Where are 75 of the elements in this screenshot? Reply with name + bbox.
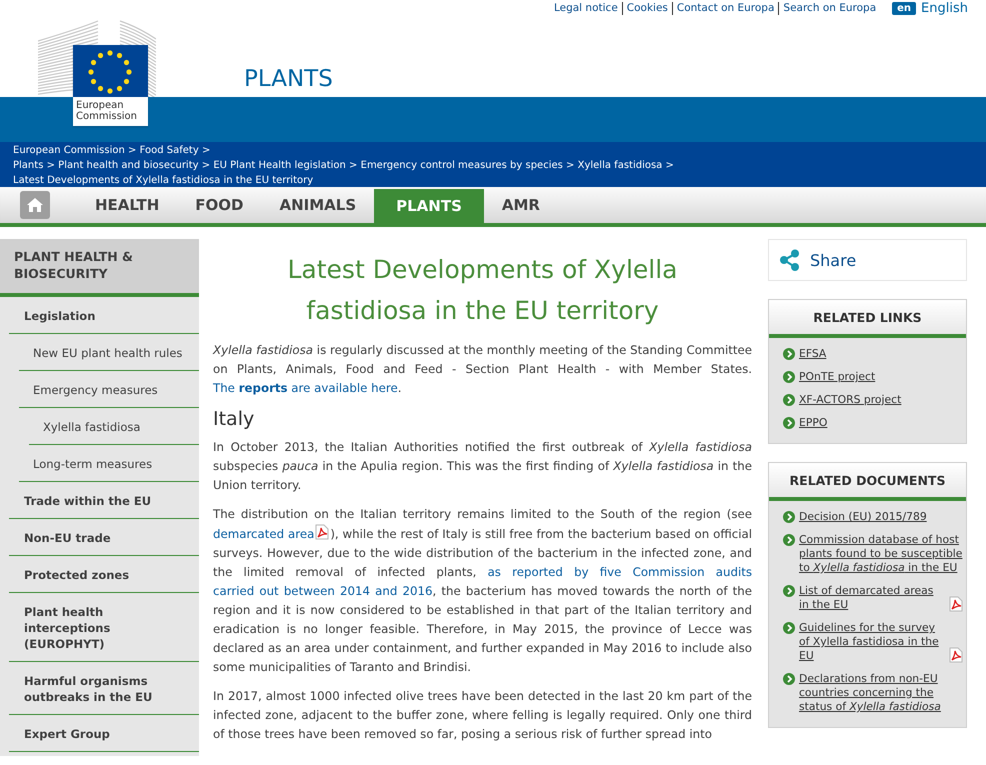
breadcrumb-separator: > (46, 160, 55, 171)
chevron-bullet-icon (783, 417, 795, 429)
related-link[interactable]: EFSA (799, 347, 826, 361)
breadcrumb-link[interactable]: Food Safety (140, 145, 199, 156)
top-link[interactable]: Legal notice (550, 2, 622, 15)
breadcrumb-separator: > (566, 160, 574, 171)
nav-tab[interactable]: HEALTH (77, 187, 178, 223)
nav-tab[interactable]: FOOD (177, 187, 262, 223)
related-link[interactable]: Guidelines for the survey of Xylella fastidiosa in the EU (799, 621, 943, 663)
inline-link[interactable]: carried out between 2014 and 2016 (213, 584, 432, 598)
chevron-bullet-icon (783, 673, 795, 685)
related-link[interactable]: Declarations from non-EU countries concerning the status of Xylella fastidiosa (799, 672, 964, 714)
related-link[interactable]: List of demarcated areas in the EU (799, 584, 943, 612)
top-link[interactable]: Cookies (622, 2, 672, 15)
sidebar-item[interactable]: Long-term measures (19, 445, 199, 482)
related-link[interactable]: POnTE project (799, 370, 876, 384)
chevron-bullet-icon (783, 534, 795, 546)
top-link[interactable]: Search on Europa (779, 2, 880, 15)
site-title: PLANTS (244, 66, 333, 92)
sidebar-item[interactable]: Emergency measures (19, 371, 199, 408)
sidebar-item[interactable]: Xylella fastidiosa (29, 408, 199, 445)
breadcrumb-separator: > (349, 160, 358, 171)
related-link[interactable]: Commission database of host plants found to be susceptible to Xylella fastidiosa in the EU (799, 533, 964, 575)
sidebar-item[interactable]: Non-EU trade (9, 519, 199, 556)
share-icon (779, 249, 800, 271)
breadcrumb-link[interactable]: EU Plant Health legislation (213, 160, 346, 171)
breadcrumb-link[interactable]: Plants (13, 160, 44, 171)
inline-link[interactable]: demarcated area (213, 527, 314, 541)
paragraph: In October 2013, the Italian Authorities notified the first outbreak of Xylella fastidiosa subspecies pauca in the Apulia region. This was the first finding of Xylella fastidiosa in the Union territory. (213, 439, 752, 494)
breadcrumb-link[interactable]: Xylella fastidiosa (578, 160, 662, 171)
home-icon (25, 195, 45, 215)
sidebar-item[interactable]: Legislation (9, 297, 199, 334)
breadcrumb-link[interactable]: Plant health and biosecurity (58, 160, 199, 171)
page-title: Latest Developments of Xylella fastidiosa in the EU territory (286, 254, 678, 327)
panel-title: RELATED DOCUMENTS (769, 463, 966, 501)
related-link[interactable]: XF-ACTORS project (799, 393, 902, 407)
inline-link[interactable]: The reports are available here (213, 381, 398, 395)
chevron-bullet-icon (783, 371, 795, 383)
related-link[interactable]: EPPO (799, 416, 828, 430)
language-badge[interactable]: en (892, 2, 916, 15)
home-button[interactable] (20, 191, 50, 219)
breadcrumb-separator: > (202, 160, 210, 171)
nav-tab[interactable]: PLANTS (374, 189, 484, 223)
flag-icon (73, 45, 148, 97)
breadcrumb-separator: > (128, 145, 136, 156)
chevron-bullet-icon (783, 511, 795, 523)
panel-title: RELATED LINKS (769, 300, 966, 338)
sidebar-item[interactable]: Harmful organisms outbreaks in the EU (9, 662, 199, 715)
related-link[interactable]: Decision (EU) 2015/789 (799, 510, 927, 524)
nav-tab[interactable]: ANIMALS (261, 187, 374, 223)
breadcrumb-current: Latest Developments of Xylella fastidiosa in the EU territory (13, 175, 314, 186)
share-button[interactable]: Share (768, 239, 967, 281)
chevron-bullet-icon (783, 622, 795, 634)
sidebar-item[interactable]: Trade within the EU (9, 482, 199, 519)
breadcrumb-separator: > (666, 160, 674, 171)
sidebar-item[interactable]: New EU plant health rules (19, 334, 199, 371)
nav-tab[interactable]: AMR (484, 187, 558, 223)
chevron-bullet-icon (783, 348, 795, 360)
inline-link[interactable]: as reported by five Commission audits (488, 565, 752, 579)
language-link[interactable]: English (921, 1, 968, 16)
logo-text: European Commission (75, 99, 138, 124)
paragraph: The distribution on the Italian territory remains limited to the South of the region (see demarcated area ), while the rest of Italy is still free from the bacterium based on official surveys. However, due to the wide distribution of the bacterium in the infected zone, and the limited removal of infected plants, as reported by five Commission audits carried out between 2014 and 2016, the bacterium has moved towards the north of the region and it is now considered to be established in that part of the Italian territory and eradication is no longer feasible. Therefore, in May 2015, the province of Lecce was declared as an area under containment, and further expanded in May 2016 to include also some municipalities of Taranto and Brindisi. (213, 506, 752, 676)
breadcrumb-separator: > (202, 145, 210, 156)
sidebar-title: PLANT HEALTH & BIOSECURITY (0, 239, 199, 297)
chevron-bullet-icon (783, 394, 795, 406)
paragraph: In 2017, almost 1000 infected olive trees have been detected in the last 20 km part of the infected zone, adjacent to the buffer zone, where felling is legally required. Only one third of those trees have been removed so far, posing a serious risk of further spread into (213, 688, 752, 743)
section-heading: Italy (213, 408, 256, 430)
breadcrumb-link[interactable]: European Commission (13, 145, 125, 156)
chevron-bullet-icon (783, 585, 795, 597)
sidebar-item[interactable]: Protected zones (9, 556, 199, 593)
sidebar-item[interactable]: Expert Group (9, 715, 199, 752)
top-link[interactable]: Contact on Europa (672, 2, 778, 15)
paragraph: Xylella fastidiosa is regularly discussed at the monthly meeting of the Standing Committee on Plants, Animals, Food and Feed - Section Plant Health - with Member States. The reports are available here. (213, 342, 752, 397)
breadcrumb-link[interactable]: Emergency control measures by species (360, 160, 563, 171)
sidebar-item[interactable]: Plant health interceptions (EUROPHYT) (9, 593, 199, 662)
